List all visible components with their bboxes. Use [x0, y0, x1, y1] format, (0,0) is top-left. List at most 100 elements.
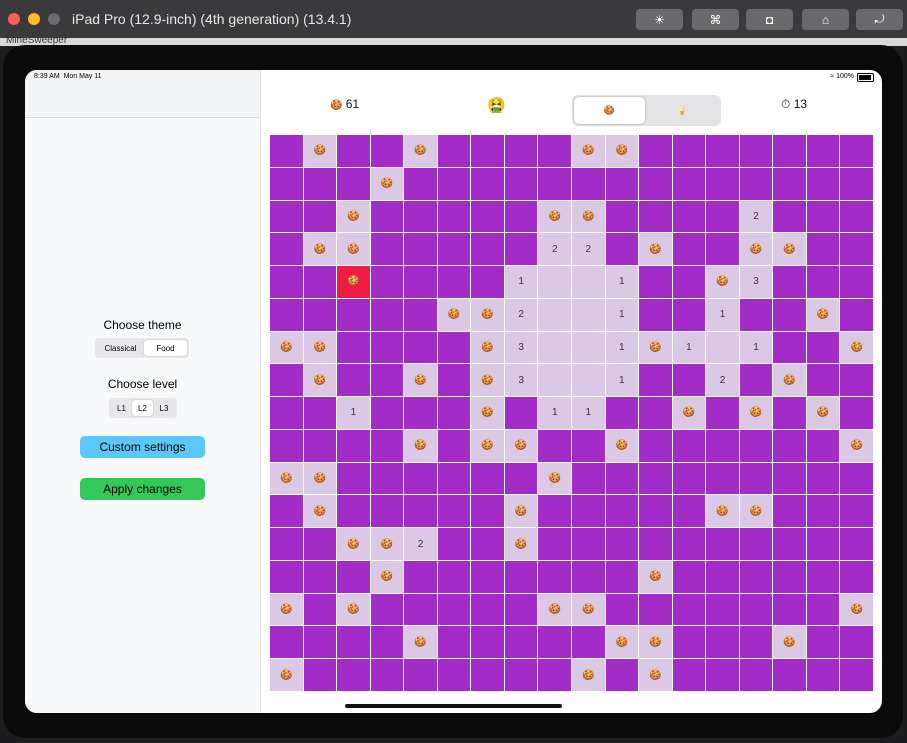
home-icon[interactable]: ⌂ [802, 9, 849, 30]
hidden-cell[interactable] [303, 593, 337, 626]
cookie-mine-cell[interactable]: 🍪 [773, 364, 806, 397]
hidden-cell[interactable] [672, 495, 706, 528]
hidden-cell[interactable] [404, 233, 437, 266]
minimize-window-button[interactable] [28, 13, 40, 25]
hidden-cell[interactable] [504, 659, 538, 691]
hidden-cell[interactable] [773, 298, 806, 331]
hidden-cell[interactable] [404, 397, 437, 429]
cookie-mine-cell[interactable]: 🍪 [471, 298, 504, 331]
hidden-cell[interactable] [437, 331, 471, 364]
hidden-cell[interactable] [572, 167, 605, 200]
hidden-cell[interactable] [605, 528, 639, 560]
hidden-cell[interactable] [773, 593, 806, 626]
hidden-cell[interactable] [538, 495, 571, 528]
hidden-cell[interactable] [806, 462, 840, 495]
cookie-mine-cell[interactable]: 🍪 [370, 560, 404, 593]
hidden-cell[interactable] [773, 429, 806, 462]
hidden-cell[interactable] [706, 397, 739, 429]
revealed-number-cell[interactable]: 1 [337, 397, 370, 429]
hidden-cell[interactable] [303, 429, 337, 462]
hidden-cell[interactable] [538, 560, 571, 593]
cookie-mine-cell[interactable]: 🍪 [370, 167, 404, 200]
hidden-cell[interactable] [840, 495, 873, 528]
mode-segmented-control[interactable]: 🍪 🍦 [572, 95, 721, 126]
hidden-cell[interactable] [773, 397, 806, 429]
revealed-number-cell[interactable]: 1 [739, 331, 773, 364]
hidden-cell[interactable] [504, 397, 538, 429]
hidden-cell[interactable] [840, 135, 873, 167]
cookie-mine-cell[interactable]: 🍪 [270, 593, 303, 626]
hidden-cell[interactable] [639, 593, 672, 626]
hidden-cell[interactable] [370, 462, 404, 495]
revealed-empty-cell[interactable] [538, 331, 571, 364]
cookie-mine-cell[interactable]: 🍪 [404, 364, 437, 397]
hidden-cell[interactable] [270, 364, 303, 397]
cookie-mine-cell[interactable]: 🍪 [471, 429, 504, 462]
hidden-cell[interactable] [437, 233, 471, 266]
hidden-cell[interactable] [337, 495, 370, 528]
hidden-cell[interactable] [437, 659, 471, 691]
hidden-cell[interactable] [672, 528, 706, 560]
hidden-cell[interactable] [806, 593, 840, 626]
hidden-cell[interactable] [706, 135, 739, 167]
hidden-cell[interactable] [773, 528, 806, 560]
revealed-number-cell[interactable]: 1 [572, 397, 605, 429]
revealed-number-cell[interactable]: 1 [672, 331, 706, 364]
hidden-cell[interactable] [806, 167, 840, 200]
hidden-cell[interactable] [303, 200, 337, 233]
close-window-button[interactable] [8, 13, 20, 25]
hidden-cell[interactable] [437, 495, 471, 528]
theme-option-classical[interactable]: Classical [97, 340, 144, 356]
command-icon[interactable]: ⌘ [692, 9, 739, 30]
hidden-cell[interactable] [337, 626, 370, 659]
hidden-cell[interactable] [303, 560, 337, 593]
cookie-mine-cell[interactable]: 🍪 [739, 233, 773, 266]
hidden-cell[interactable] [739, 593, 773, 626]
hidden-cell[interactable] [806, 560, 840, 593]
hidden-cell[interactable] [471, 200, 504, 233]
mode-dig-option[interactable]: 🍪 [574, 97, 645, 124]
hidden-cell[interactable] [437, 626, 471, 659]
hidden-cell[interactable] [370, 298, 404, 331]
hidden-cell[interactable] [303, 167, 337, 200]
hidden-cell[interactable] [303, 626, 337, 659]
hidden-cell[interactable] [572, 429, 605, 462]
cookie-mine-cell[interactable]: 🍪 [639, 659, 672, 691]
hidden-cell[interactable] [739, 560, 773, 593]
hidden-cell[interactable] [806, 331, 840, 364]
hidden-cell[interactable] [806, 364, 840, 397]
hidden-cell[interactable] [605, 200, 639, 233]
revealed-number-cell[interactable]: 3 [739, 266, 773, 298]
hidden-cell[interactable] [739, 135, 773, 167]
hidden-cell[interactable] [337, 462, 370, 495]
cookie-mine-cell[interactable]: 🍪 [605, 626, 639, 659]
hidden-cell[interactable] [840, 233, 873, 266]
hidden-cell[interactable] [404, 167, 437, 200]
hidden-cell[interactable] [471, 626, 504, 659]
hidden-cell[interactable] [840, 200, 873, 233]
hidden-cell[interactable] [739, 462, 773, 495]
hidden-cell[interactable] [840, 397, 873, 429]
hidden-cell[interactable] [706, 233, 739, 266]
hidden-cell[interactable] [639, 495, 672, 528]
hidden-cell[interactable] [270, 167, 303, 200]
cookie-mine-cell[interactable]: 🍪 [706, 495, 739, 528]
hidden-cell[interactable] [605, 593, 639, 626]
cookie-mine-cell[interactable]: 🍪 [639, 626, 672, 659]
hidden-cell[interactable] [672, 462, 706, 495]
revealed-empty-cell[interactable] [538, 298, 571, 331]
hidden-cell[interactable] [270, 560, 303, 593]
cookie-mine-cell[interactable]: 🍪 [639, 233, 672, 266]
hidden-cell[interactable] [471, 266, 504, 298]
cookie-mine-cell[interactable]: 🍪 [739, 495, 773, 528]
hidden-cell[interactable] [437, 462, 471, 495]
hidden-cell[interactable] [572, 626, 605, 659]
hidden-cell[interactable] [471, 659, 504, 691]
revealed-empty-cell[interactable] [706, 331, 739, 364]
hidden-cell[interactable] [639, 135, 672, 167]
cookie-mine-cell[interactable]: 🍪 [370, 528, 404, 560]
revealed-number-cell[interactable]: 2 [504, 298, 538, 331]
hidden-cell[interactable] [572, 495, 605, 528]
hidden-cell[interactable] [437, 135, 471, 167]
cookie-mine-cell[interactable]: 🍪 [840, 429, 873, 462]
